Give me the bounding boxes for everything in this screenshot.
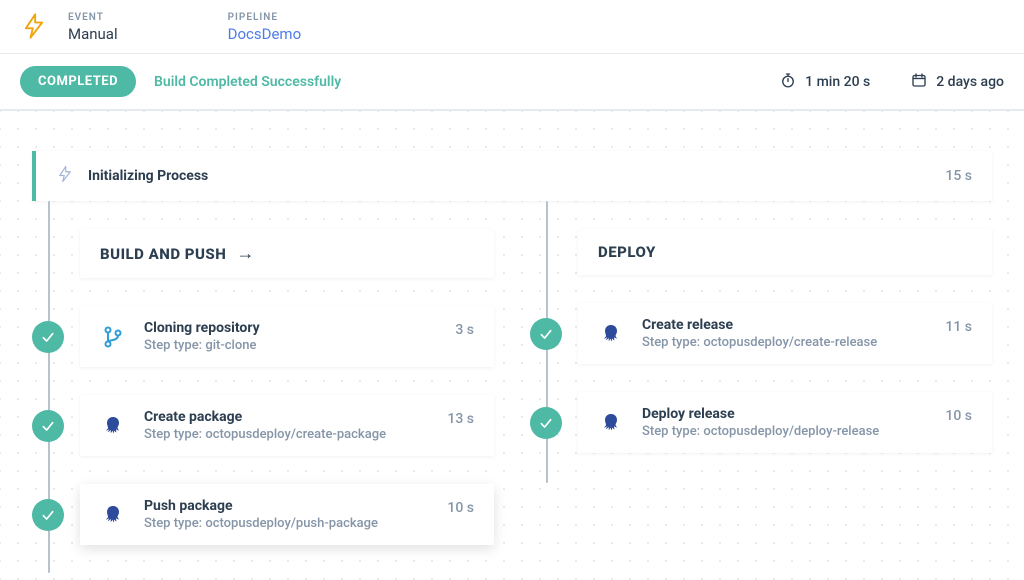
step-title: Push package: [144, 498, 378, 514]
step-time: 10 s: [945, 408, 972, 424]
lightning-icon: [20, 12, 48, 40]
step-time: 3 s: [455, 322, 474, 338]
calendar-icon: [910, 71, 928, 93]
init-card[interactable]: Initializing Process 15 s: [32, 151, 992, 201]
stage-header-deploy[interactable]: DEPLOY: [578, 229, 992, 275]
event-label: EVENT: [68, 12, 118, 23]
pipeline-field[interactable]: PIPELINE DocsDemo: [228, 12, 302, 43]
pipeline-label: PIPELINE: [228, 12, 302, 23]
octopus-icon: [598, 321, 624, 347]
check-icon: [32, 499, 64, 531]
arrow-right-icon: →: [236, 243, 254, 264]
duration-text: 1 min 20 s: [805, 74, 870, 90]
step-time: 11 s: [945, 319, 972, 335]
workspace: Initializing Process 15 s BUILD AND PUSH…: [0, 110, 1024, 580]
step-time: 13 s: [447, 411, 474, 427]
age-text: 2 days ago: [936, 74, 1004, 90]
stage-header-build[interactable]: BUILD AND PUSH →: [80, 229, 494, 278]
pipeline-link[interactable]: DocsDemo: [228, 25, 302, 43]
git-branch-icon: [100, 324, 126, 350]
check-icon: [32, 321, 64, 353]
octopus-icon: [100, 413, 126, 439]
header: EVENT Manual PIPELINE DocsDemo: [0, 0, 1024, 54]
step-card[interactable]: Create package Step type: octopusdeploy/…: [80, 395, 494, 456]
check-icon: [530, 407, 562, 439]
init-title: Initializing Process: [88, 168, 208, 184]
step-subtitle: Step type: octopusdeploy/deploy-release: [642, 424, 879, 439]
step-card[interactable]: Cloning repository Step type: git-clone …: [80, 306, 494, 367]
init-time: 15 s: [945, 168, 972, 184]
step-time: 10 s: [447, 500, 474, 516]
step-subtitle: Step type: octopusdeploy/create-release: [642, 335, 877, 350]
stage-column-build: BUILD AND PUSH → Cloning repository Step…: [32, 229, 494, 573]
step-title: Deploy release: [642, 406, 879, 422]
step-subtitle: Step type: octopusdeploy/create-package: [144, 427, 386, 442]
step-title: Create package: [144, 409, 386, 425]
check-icon: [530, 318, 562, 350]
duration: 1 min 20 s: [779, 71, 870, 93]
stage-title: BUILD AND PUSH: [100, 245, 226, 263]
check-icon: [32, 410, 64, 442]
step-card[interactable]: Deploy release Step type: octopusdeploy/…: [578, 392, 992, 453]
stopwatch-icon: [779, 71, 797, 93]
octopus-icon: [598, 410, 624, 436]
stage-column-deploy: DEPLOY Create release Step type: octopus…: [530, 229, 992, 573]
step-subtitle: Step type: git-clone: [144, 338, 260, 353]
age: 2 days ago: [910, 71, 1004, 93]
event-value: Manual: [68, 25, 118, 43]
step-card[interactable]: Push package Step type: octopusdeploy/pu…: [80, 484, 494, 545]
lightning-icon: [56, 165, 74, 187]
status-pill: COMPLETED: [20, 66, 136, 97]
step-subtitle: Step type: octopusdeploy/push-package: [144, 516, 378, 531]
octopus-icon: [100, 502, 126, 528]
status-bar: COMPLETED Build Completed Successfully 1…: [0, 54, 1024, 110]
step-title: Cloning repository: [144, 320, 260, 336]
step-card[interactable]: Create release Step type: octopusdeploy/…: [578, 303, 992, 364]
status-message: Build Completed Successfully: [154, 74, 341, 90]
event-field: EVENT Manual: [68, 12, 118, 43]
stage-title: DEPLOY: [598, 243, 656, 261]
step-title: Create release: [642, 317, 877, 333]
